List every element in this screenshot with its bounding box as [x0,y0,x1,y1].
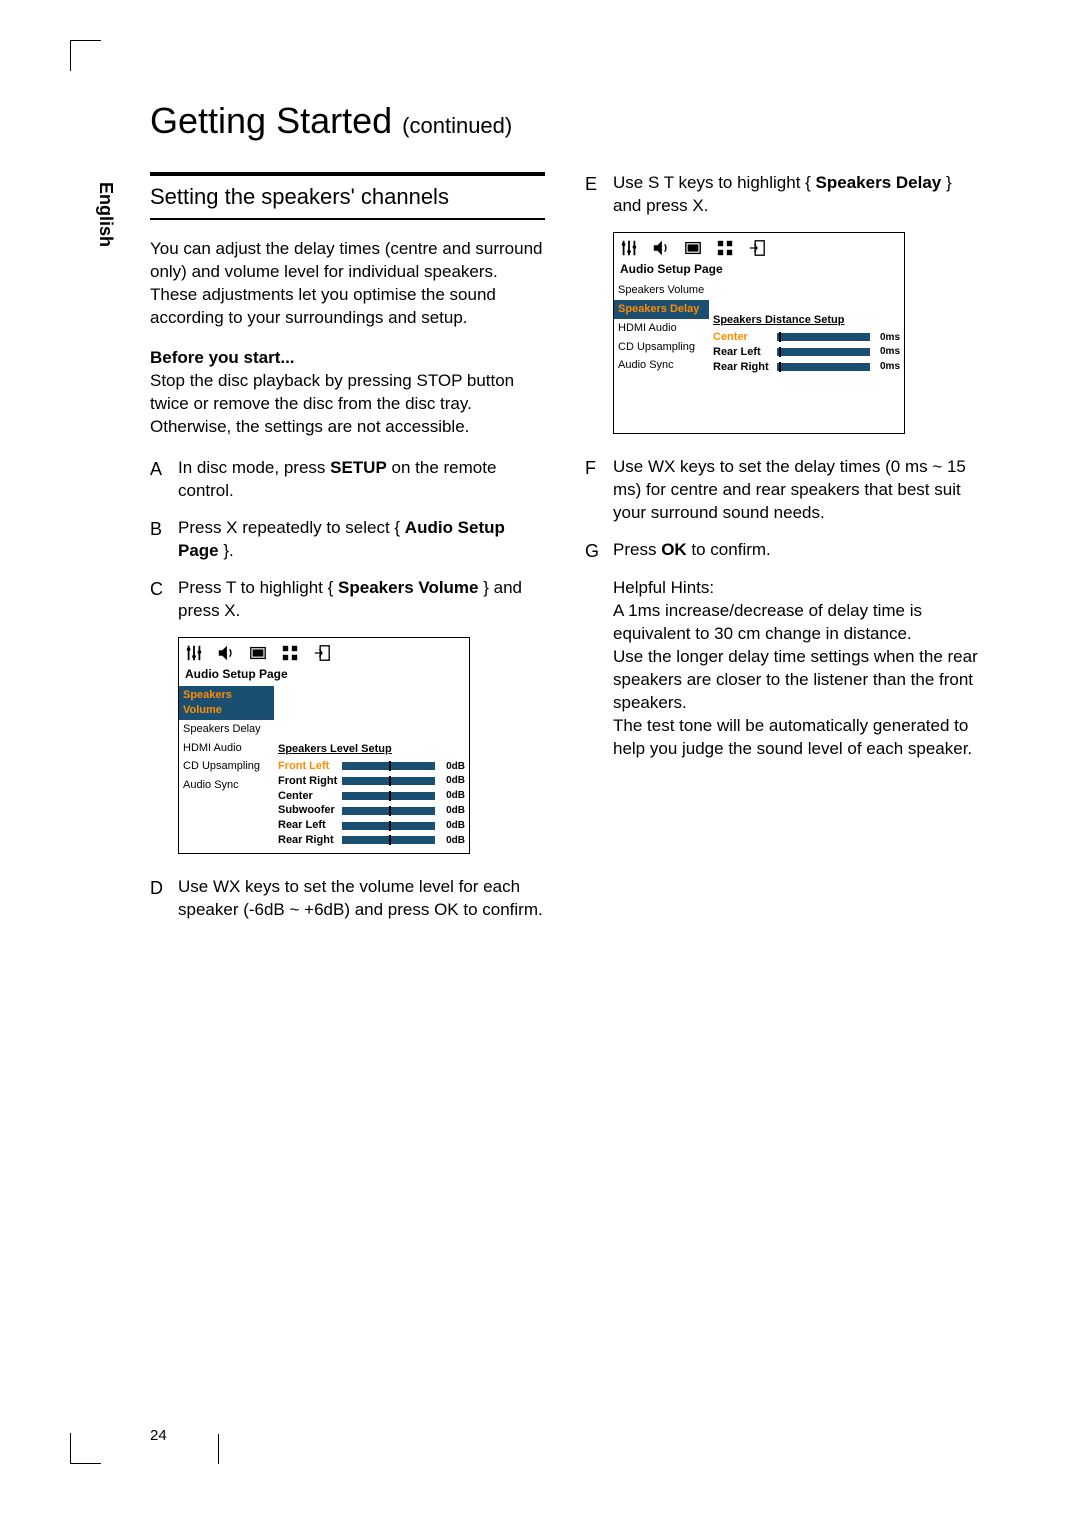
section-title: Setting the speakers' channels [150,172,545,220]
step-b: B Press X repeatedly to select { Audio S… [150,517,545,563]
level-row: Center0dB [274,789,469,804]
right-column: E Use S T keys to highlight { Speakers D… [585,172,980,936]
language-label: English [95,182,116,247]
helpful-hints: Helpful Hints: A 1ms increase/decrease o… [613,577,980,761]
menu-item: Speakers Volume [614,281,709,300]
hint-text: The test tone will be automatically gene… [613,715,980,761]
level-bar [342,836,435,844]
level-bar [777,333,870,341]
step-a: A In disc mode, press SETUP on the remot… [150,457,545,503]
audio-setup-panel-delay: Audio Setup Page Speakers Volume Speaker… [613,232,905,434]
step-letter: A [150,457,178,503]
menu-item: Speakers Delay [179,720,274,739]
step-letter: D [150,876,178,922]
before-title: Before you start... [150,348,295,367]
panel-right: Speakers Distance Setup Center0ms Rear L… [709,281,904,433]
menu-item: HDMI Audio [179,739,274,758]
level-bar [342,822,435,830]
panel-right-title: Speakers Level Setup [274,740,469,759]
panel-title: Audio Setup Page [614,259,904,281]
level-bar [777,348,870,356]
step-letter: C [150,577,178,623]
grid-icon [281,644,299,662]
page: Getting Started (continued) English Sett… [0,0,1080,1524]
header-title: Getting Started [150,100,392,141]
exit-icon [313,644,331,662]
level-row: Rear Right0dB [274,833,469,848]
menu-item: Audio Sync [179,776,274,795]
video-icon [684,239,702,257]
crop-mark [218,1434,219,1464]
level-row: Rear Left0dB [274,818,469,833]
hints-title: Helpful Hints: [613,577,980,600]
panel-icon-row [614,233,904,259]
level-row: Rear Left0ms [709,345,904,360]
level-bar [342,777,435,785]
grid-icon [716,239,734,257]
hint-text: A 1ms increase/decrease of delay time is… [613,600,980,646]
tuning-icon [620,239,638,257]
step-g: G Press OK to confirm. [585,539,980,563]
menu-item: Speakers Volume [179,686,274,720]
panel-left-menu: Speakers Volume Speakers Delay HDMI Audi… [614,281,709,433]
video-icon [249,644,267,662]
panel-title: Audio Setup Page [179,664,469,686]
level-row: Center0ms [709,330,904,345]
panel-left-menu: Speakers Volume Speakers Delay HDMI Audi… [179,686,274,853]
step-e: E Use S T keys to highlight { Speakers D… [585,172,980,218]
tuning-icon [185,644,203,662]
panel-body: Speakers Volume Speakers Delay HDMI Audi… [614,281,904,433]
page-number: 24 [150,1427,167,1444]
before-body: Stop the disc playback by pressing STOP … [150,371,514,436]
step-d: D Use WX keys to set the volume level fo… [150,876,545,922]
panel-right-title: Speakers Distance Setup [709,311,904,330]
speaker-icon [217,644,235,662]
panel-icon-row [179,638,469,664]
before-you-start: Before you start... Stop the disc playba… [150,347,545,439]
page-header: Getting Started (continued) [150,100,990,142]
level-bar [342,807,435,815]
hint-text: Use the longer delay time settings when … [613,646,980,715]
level-row: Front Left0dB [274,759,469,774]
crop-mark [70,1433,101,1464]
left-column: Setting the speakers' channels You can a… [150,172,545,936]
exit-icon [748,239,766,257]
menu-item: Audio Sync [614,356,709,375]
menu-item: Speakers Delay [614,300,709,319]
step-c: C Press T to highlight { Speakers Volume… [150,577,545,623]
menu-item: HDMI Audio [614,319,709,338]
audio-setup-panel-volume: Audio Setup Page Speakers Volume Speaker… [178,637,470,854]
header-continued: (continued) [402,113,512,138]
level-row: Rear Right0ms [709,360,904,375]
step-letter: F [585,456,613,525]
speaker-icon [652,239,670,257]
panel-right: Speakers Level Setup Front Left0dB Front… [274,686,469,853]
level-row: Front Right0dB [274,774,469,789]
menu-item: CD Upsampling [179,757,274,776]
level-bar [777,363,870,371]
step-letter: B [150,517,178,563]
panel-body: Speakers Volume Speakers Delay HDMI Audi… [179,686,469,853]
intro-text: You can adjust the delay times (centre a… [150,238,545,330]
level-bar [342,762,435,770]
step-f: F Use WX keys to set the delay times (0 … [585,456,980,525]
menu-item: CD Upsampling [614,338,709,357]
crop-mark [70,40,101,71]
step-letter: G [585,539,613,563]
level-row: Subwoofer0dB [274,803,469,818]
step-letter: E [585,172,613,218]
content-columns: Setting the speakers' channels You can a… [150,172,990,936]
level-bar [342,792,435,800]
